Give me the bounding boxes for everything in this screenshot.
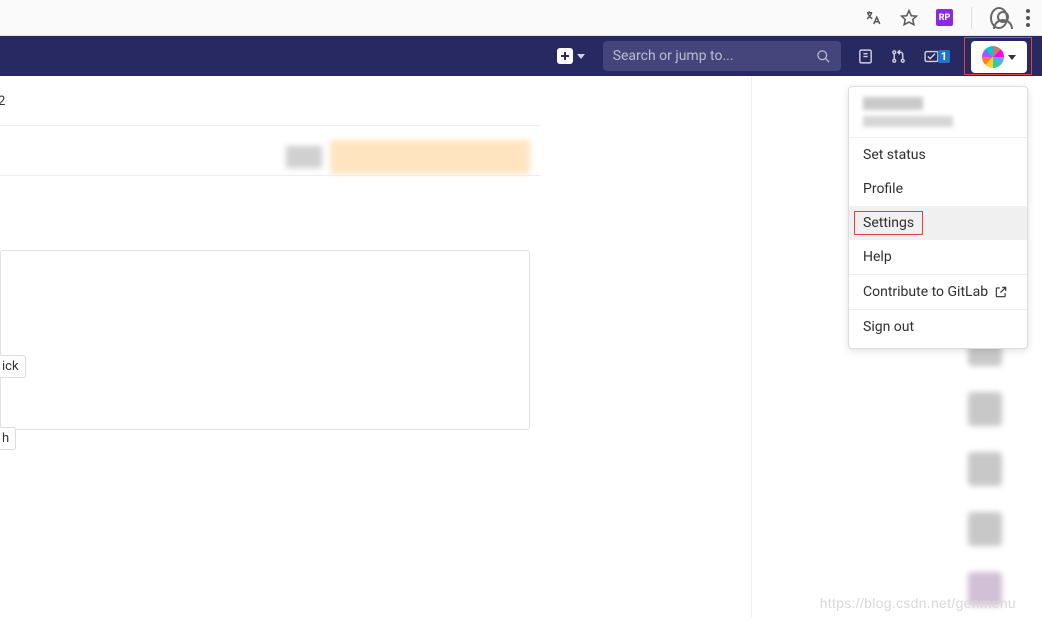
search-input[interactable] [613,48,816,64]
search-box[interactable] [603,41,841,71]
user-dropdown-menu: Set status Profile Settings Help Contrib… [848,86,1028,349]
chevron-down-icon [577,54,585,59]
redacted-handle [863,116,953,127]
chip[interactable]: ick [0,355,26,378]
activity-item [962,384,1042,444]
menu-user-header [849,87,1027,137]
issues-icon [857,48,874,65]
menu-label: Help [863,249,892,265]
extension-label: RP [939,13,951,23]
browser-toolbar: RP [0,0,1042,36]
main-content: 2 ick h [0,76,540,430]
bookmark-star-icon[interactable] [900,9,918,27]
chevron-down-icon [1008,55,1016,60]
extension-icon[interactable]: RP [936,9,953,26]
redacted-username [863,97,923,110]
menu-item-profile[interactable]: Profile [849,172,1027,206]
user-menu-button[interactable] [971,41,1027,73]
chip-label: ick [2,359,19,374]
redacted-highlight [330,140,530,174]
menu-label: Settings [863,215,914,231]
menu-item-help[interactable]: Help [849,240,1027,274]
column-divider [751,76,752,617]
menu-item-settings[interactable]: Settings [849,206,1027,240]
menu-label: Set status [863,147,926,163]
menu-label: Contribute to GitLab [863,284,988,300]
menu-label: Profile [863,181,903,197]
activity-item [962,444,1042,504]
crumb-tail: 2 [0,94,5,109]
activity-item [962,504,1042,564]
issues-link[interactable] [849,36,882,76]
settings-highlight: Settings [854,211,923,235]
content-row [0,176,540,226]
user-menu-highlight [964,37,1032,75]
todos-count-badge: 1 [938,50,950,63]
content-row: 2 [0,76,540,126]
new-dropdown-button[interactable] [547,36,595,76]
external-link-icon [994,285,1008,299]
watermark: https://blog.csdn.net/genmenu [820,595,1016,611]
menu-label: Sign out [863,319,914,335]
activity-item [962,564,1042,624]
search-icon [816,49,831,64]
user-avatar-icon [982,46,1004,68]
chip-label: h [2,431,9,446]
browser-menu-icon[interactable] [1026,9,1030,27]
todos-link[interactable]: 1 [915,36,958,76]
merge-requests-link[interactable] [882,36,915,76]
content-panel: ick h [0,250,530,430]
menu-item-contribute[interactable]: Contribute to GitLab [849,275,1027,309]
merge-request-icon [890,48,907,65]
menu-item-set-status[interactable]: Set status [849,138,1027,172]
profile-icon[interactable] [990,9,1008,27]
redacted-text [286,146,322,168]
gitlab-navbar: 1 [0,36,1042,76]
menu-item-sign-out[interactable]: Sign out [849,310,1027,344]
chip[interactable]: h [0,427,16,450]
toolbar-divider [971,7,972,29]
plus-icon [557,48,573,64]
translate-icon[interactable] [864,9,882,27]
